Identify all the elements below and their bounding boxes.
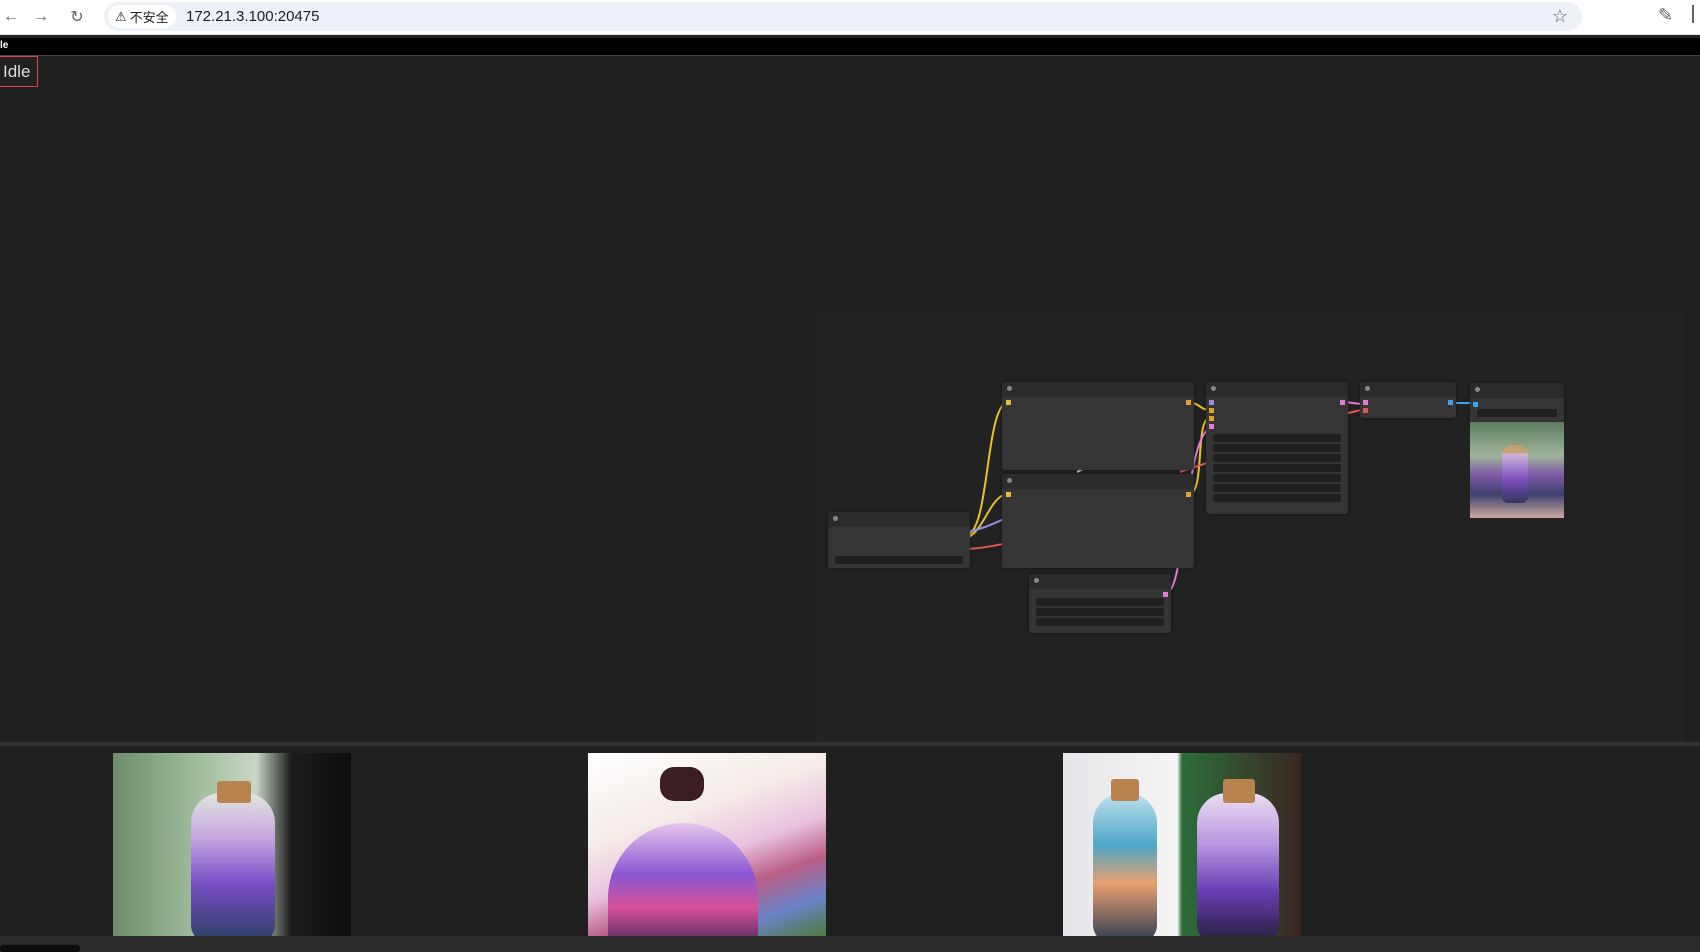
node-widget[interactable] <box>1213 444 1341 452</box>
node-header <box>1470 383 1564 398</box>
gallery-image[interactable] <box>588 753 826 936</box>
bottle-shape <box>1093 793 1157 936</box>
input-slot[interactable] <box>1209 400 1214 405</box>
node-collapse-dot[interactable] <box>1007 478 1012 483</box>
image-gallery <box>0 746 1700 936</box>
node-widget[interactable] <box>1213 464 1341 472</box>
bottle-shape <box>1197 793 1279 936</box>
node-widget[interactable] <box>1213 474 1341 482</box>
bottle-shape <box>608 823 758 936</box>
cork-shape <box>660 767 704 801</box>
output-slot[interactable] <box>1186 400 1191 405</box>
node-widget[interactable] <box>1036 618 1164 626</box>
preview-bottle-shape <box>1502 445 1528 503</box>
node-widget[interactable] <box>1213 494 1341 502</box>
vae-decode-node[interactable] <box>1360 382 1456 418</box>
cork-shape <box>1111 779 1139 801</box>
node-widget[interactable] <box>1213 484 1341 492</box>
gallery-image[interactable] <box>113 753 351 936</box>
scrollbar-thumb[interactable] <box>0 945 80 952</box>
node-collapse-dot[interactable] <box>1211 386 1216 391</box>
save-image-node[interactable] <box>1470 383 1564 423</box>
input-slot[interactable] <box>1006 492 1011 497</box>
node-header <box>1360 382 1456 397</box>
horizontal-scrollbar[interactable] <box>0 936 1700 952</box>
node-header <box>1002 382 1194 397</box>
checkpoint-loader-node[interactable] <box>828 512 970 568</box>
input-slot[interactable] <box>1209 424 1214 429</box>
node-collapse-dot[interactable] <box>1475 387 1480 392</box>
input-slot[interactable] <box>1363 400 1368 405</box>
node-widget[interactable] <box>1477 409 1557 417</box>
input-slot[interactable] <box>1006 400 1011 405</box>
output-slot[interactable] <box>1186 492 1191 497</box>
input-slot[interactable] <box>1209 408 1214 413</box>
positive-prompt-node[interactable] <box>1002 382 1194 470</box>
cork-shape <box>217 781 251 803</box>
node-collapse-dot[interactable] <box>833 516 838 521</box>
input-slot[interactable] <box>1209 416 1214 421</box>
input-slot[interactable] <box>1363 408 1368 413</box>
cork-shape <box>1223 779 1255 803</box>
node-widget[interactable] <box>1036 598 1164 606</box>
node-header <box>1002 474 1194 489</box>
negative-prompt-node[interactable] <box>1002 474 1194 568</box>
output-slot[interactable] <box>1163 592 1168 597</box>
node-header <box>828 512 970 527</box>
bottle-shape <box>191 793 275 936</box>
latent-image-node[interactable] <box>1029 574 1171 633</box>
ksampler-node[interactable] <box>1206 382 1348 514</box>
node-widget[interactable] <box>835 556 963 564</box>
node-collapse-dot[interactable] <box>1034 578 1039 583</box>
node-widget[interactable] <box>1213 434 1341 442</box>
node-header <box>1029 574 1171 589</box>
output-slot[interactable] <box>1340 400 1345 405</box>
output-slot[interactable] <box>1448 400 1453 405</box>
node-widget[interactable] <box>1213 454 1341 462</box>
node-collapse-dot[interactable] <box>1365 386 1370 391</box>
node-header <box>1206 382 1348 397</box>
gallery-image[interactable] <box>1063 753 1301 936</box>
node-widget[interactable] <box>1036 608 1164 616</box>
input-slot[interactable] <box>1473 402 1478 407</box>
node-collapse-dot[interactable] <box>1007 386 1012 391</box>
